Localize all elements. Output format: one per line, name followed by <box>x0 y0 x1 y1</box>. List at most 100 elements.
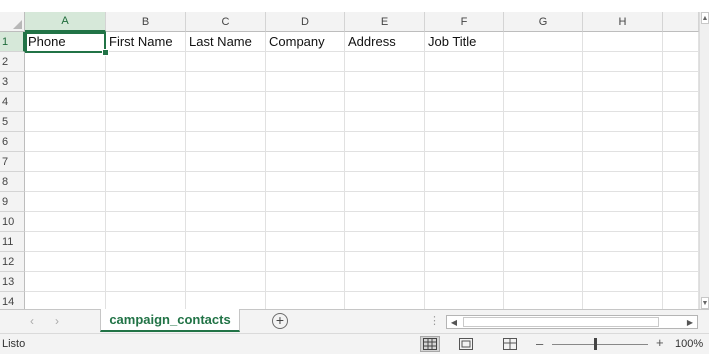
horizontal-scroll-thumb[interactable] <box>463 317 659 327</box>
cell-partial-13[interactable] <box>663 272 699 292</box>
cell-a12[interactable] <box>25 252 106 272</box>
cell-partial-6[interactable] <box>663 132 699 152</box>
cell-e7[interactable] <box>345 152 425 172</box>
cell-a11[interactable] <box>25 232 106 252</box>
cell-d7[interactable] <box>266 152 345 172</box>
cell-e13[interactable] <box>345 272 425 292</box>
cell-g6[interactable] <box>504 132 583 152</box>
column-header-e[interactable]: E <box>345 12 425 32</box>
cell-a7[interactable] <box>25 152 106 172</box>
cell-c7[interactable] <box>186 152 266 172</box>
cell-c11[interactable] <box>186 232 266 252</box>
normal-view-icon[interactable] <box>420 336 440 352</box>
column-header-b[interactable]: B <box>106 12 186 32</box>
cell-c12[interactable] <box>186 252 266 272</box>
cell-e8[interactable] <box>345 172 425 192</box>
cell-partial-1[interactable] <box>663 32 699 52</box>
zoom-out-button[interactable]: – <box>536 336 543 351</box>
prev-sheet-icon[interactable]: ‹ <box>30 314 34 328</box>
add-sheet-icon[interactable]: + <box>272 313 288 329</box>
cell-f2[interactable] <box>425 52 504 72</box>
tab-split-handle[interactable]: ⋮ <box>429 314 440 327</box>
cell-d5[interactable] <box>266 112 345 132</box>
cell-h5[interactable] <box>583 112 663 132</box>
cell-a6[interactable] <box>25 132 106 152</box>
cell-e6[interactable] <box>345 132 425 152</box>
cell-f3[interactable] <box>425 72 504 92</box>
cell-d10[interactable] <box>266 212 345 232</box>
sheet-tab-campaign-contacts[interactable]: campaign_contacts <box>100 309 240 332</box>
column-header-f[interactable]: F <box>425 12 504 32</box>
row-header-1[interactable]: 1 <box>0 32 25 52</box>
cell-c4[interactable] <box>186 92 266 112</box>
zoom-in-button[interactable]: + <box>656 335 664 350</box>
cell-g12[interactable] <box>504 252 583 272</box>
row-header-7[interactable]: 7 <box>0 152 25 172</box>
cell-d2[interactable] <box>266 52 345 72</box>
column-header-partial[interactable] <box>663 12 699 32</box>
cell-partial-7[interactable] <box>663 152 699 172</box>
cell-b4[interactable] <box>106 92 186 112</box>
cell-h10[interactable] <box>583 212 663 232</box>
cell-e1[interactable]: Address <box>345 32 425 52</box>
cell-g10[interactable] <box>504 212 583 232</box>
scroll-right-icon[interactable]: ▶ <box>683 316 697 328</box>
cell-e12[interactable] <box>345 252 425 272</box>
cell-d13[interactable] <box>266 272 345 292</box>
scroll-up-icon[interactable]: ▲ <box>701 12 709 24</box>
cell-e3[interactable] <box>345 72 425 92</box>
cell-partial-12[interactable] <box>663 252 699 272</box>
column-header-c[interactable]: C <box>186 12 266 32</box>
cell-g13[interactable] <box>504 272 583 292</box>
cell-g9[interactable] <box>504 192 583 212</box>
cell-d1[interactable]: Company <box>266 32 345 52</box>
zoom-level[interactable]: 100% <box>675 338 703 350</box>
cell-h13[interactable] <box>583 272 663 292</box>
cell-e9[interactable] <box>345 192 425 212</box>
cell-partial-5[interactable] <box>663 112 699 132</box>
cell-e4[interactable] <box>345 92 425 112</box>
cell-a3[interactable] <box>25 72 106 92</box>
horizontal-scrollbar[interactable]: ◀ ▶ <box>446 315 698 329</box>
cell-b3[interactable] <box>106 72 186 92</box>
cell-d6[interactable] <box>266 132 345 152</box>
cell-h8[interactable] <box>583 172 663 192</box>
zoom-slider[interactable] <box>552 344 648 345</box>
cell-c10[interactable] <box>186 212 266 232</box>
cell-a2[interactable] <box>25 52 106 72</box>
cell-f8[interactable] <box>425 172 504 192</box>
row-header-6[interactable]: 6 <box>0 132 25 152</box>
row-header-4[interactable]: 4 <box>0 92 25 112</box>
cell-h4[interactable] <box>583 92 663 112</box>
fill-handle[interactable] <box>102 49 109 56</box>
cell-c9[interactable] <box>186 192 266 212</box>
row-header-8[interactable]: 8 <box>0 172 25 192</box>
cell-g11[interactable] <box>504 232 583 252</box>
cell-partial-10[interactable] <box>663 212 699 232</box>
row-header-5[interactable]: 5 <box>0 112 25 132</box>
cell-c8[interactable] <box>186 172 266 192</box>
row-header-12[interactable]: 12 <box>0 252 25 272</box>
cell-a8[interactable] <box>25 172 106 192</box>
cell-b11[interactable] <box>106 232 186 252</box>
cell-b2[interactable] <box>106 52 186 72</box>
column-header-a[interactable]: A <box>25 12 106 32</box>
cell-e5[interactable] <box>345 112 425 132</box>
cell-b6[interactable] <box>106 132 186 152</box>
cell-f5[interactable] <box>425 112 504 132</box>
page-break-preview-icon[interactable] <box>500 336 520 352</box>
cell-partial-8[interactable] <box>663 172 699 192</box>
cell-b12[interactable] <box>106 252 186 272</box>
row-header-3[interactable]: 3 <box>0 72 25 92</box>
cell-a1[interactable]: Phone <box>25 32 106 52</box>
cell-c5[interactable] <box>186 112 266 132</box>
cell-h12[interactable] <box>583 252 663 272</box>
cell-e11[interactable] <box>345 232 425 252</box>
cell-a5[interactable] <box>25 112 106 132</box>
scroll-left-icon[interactable]: ◀ <box>447 316 461 328</box>
row-header-13[interactable]: 13 <box>0 272 25 292</box>
cell-g2[interactable] <box>504 52 583 72</box>
cell-c13[interactable] <box>186 272 266 292</box>
cell-h3[interactable] <box>583 72 663 92</box>
cell-g4[interactable] <box>504 92 583 112</box>
